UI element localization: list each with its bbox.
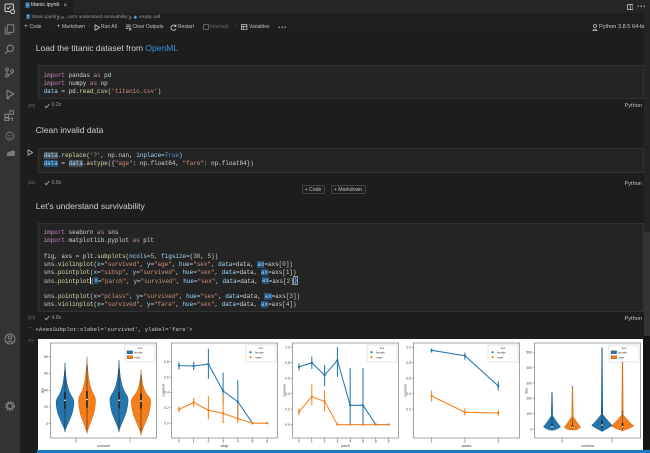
svg-text:2: 2	[464, 439, 466, 443]
svg-text:1: 1	[311, 439, 313, 443]
svg-text:400: 400	[526, 365, 532, 369]
svg-text:female: female	[376, 350, 385, 354]
svg-text:40: 40	[44, 388, 48, 392]
svg-text:0.8: 0.8	[285, 360, 290, 364]
svg-text:60: 60	[44, 371, 48, 375]
svg-text:80: 80	[44, 354, 48, 358]
svg-text:9: 9	[388, 439, 390, 443]
svg-text:8: 8	[266, 439, 268, 443]
svg-text:0.6: 0.6	[164, 375, 169, 379]
svg-text:1.0: 1.0	[285, 345, 290, 349]
svg-text:survived: survived	[581, 444, 594, 448]
svg-text:sex: sex	[501, 346, 506, 350]
svg-text:survived: survived	[404, 384, 408, 397]
svg-text:0.2: 0.2	[406, 407, 411, 411]
svg-text:survived: survived	[97, 444, 110, 448]
svg-text:sex: sex	[380, 346, 385, 350]
svg-text:female: female	[497, 350, 506, 354]
svg-text:0: 0	[530, 427, 532, 431]
svg-text:5: 5	[362, 439, 364, 443]
svg-text:0: 0	[561, 439, 563, 443]
svg-text:parch: parch	[341, 444, 350, 448]
svg-text:survived: survived	[162, 384, 166, 397]
svg-text:500: 500	[526, 350, 532, 354]
svg-text:0: 0	[75, 439, 77, 443]
svg-text:0.6: 0.6	[406, 376, 411, 380]
svg-text:female: female	[255, 350, 264, 354]
svg-text:age: age	[41, 387, 45, 393]
svg-text:male: male	[376, 355, 383, 359]
svg-text:20: 20	[44, 405, 48, 409]
svg-text:6: 6	[375, 439, 377, 443]
svg-text:0.2: 0.2	[285, 407, 290, 411]
svg-text:fare: fare	[525, 387, 529, 393]
svg-text:pclass: pclass	[462, 444, 472, 448]
svg-text:4: 4	[349, 439, 351, 443]
svg-text:0: 0	[46, 421, 48, 425]
svg-text:male: male	[255, 355, 262, 359]
svg-text:sex: sex	[138, 346, 143, 350]
svg-text:3: 3	[497, 439, 499, 443]
svg-text:survived: survived	[283, 384, 287, 397]
svg-text:4: 4	[237, 439, 239, 443]
svg-text:100: 100	[526, 411, 532, 415]
svg-text:5: 5	[252, 439, 254, 443]
svg-text:0.0: 0.0	[164, 421, 169, 425]
svg-text:sex: sex	[622, 346, 627, 350]
svg-text:sex: sex	[259, 346, 264, 350]
svg-text:male: male	[134, 355, 141, 359]
svg-text:1: 1	[193, 439, 195, 443]
svg-text:1: 1	[611, 439, 613, 443]
svg-text:3: 3	[222, 439, 224, 443]
svg-text:1: 1	[431, 439, 433, 443]
svg-text:female: female	[134, 350, 143, 354]
svg-text:0: 0	[178, 439, 180, 443]
svg-text:male: male	[618, 355, 625, 359]
svg-text:0.8: 0.8	[406, 360, 411, 364]
svg-text:3: 3	[336, 439, 338, 443]
svg-text:300: 300	[526, 381, 532, 385]
svg-text:2: 2	[324, 439, 326, 443]
svg-text:female: female	[618, 350, 627, 354]
svg-text:2: 2	[207, 439, 209, 443]
svg-text:0: 0	[298, 439, 300, 443]
svg-text:0.8: 0.8	[164, 360, 169, 364]
svg-text:male: male	[497, 355, 504, 359]
svg-text:1.0: 1.0	[406, 345, 411, 349]
svg-text:0.6: 0.6	[285, 376, 290, 380]
svg-text:0.2: 0.2	[164, 406, 169, 410]
svg-text:1: 1	[129, 439, 131, 443]
svg-text:0.0: 0.0	[285, 422, 290, 426]
svg-text:sibsp: sibsp	[221, 444, 229, 448]
svg-text:200: 200	[526, 396, 532, 400]
